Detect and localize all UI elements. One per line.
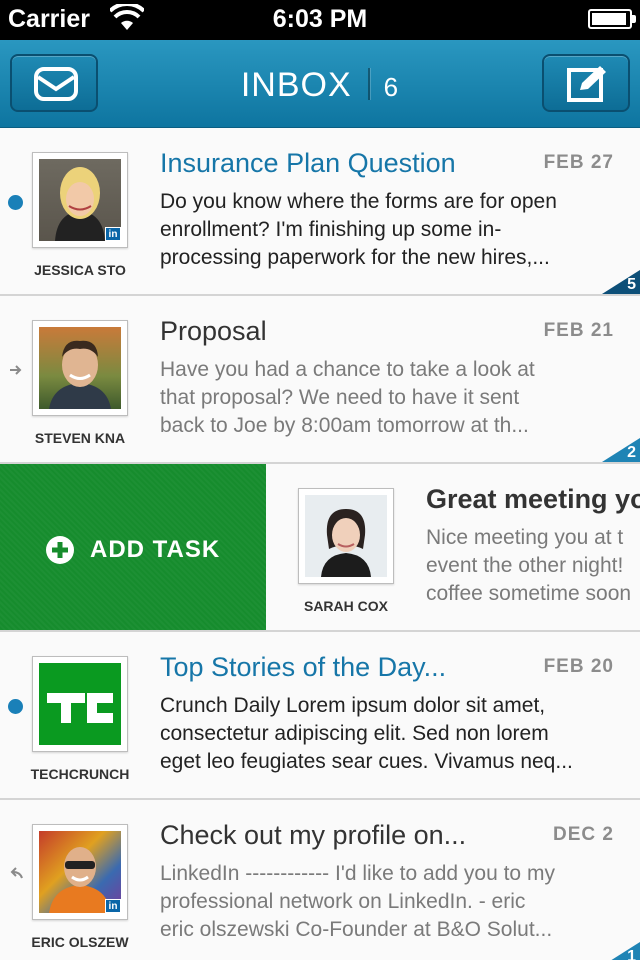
message-preview: Have you had a chance to take a look at … (160, 358, 535, 437)
inbox-title-label: INBOX (240, 66, 352, 104)
unread-indicator (8, 699, 23, 714)
avatar (32, 656, 128, 752)
message-subject: Great meeting yo (426, 484, 640, 514)
compose-button[interactable] (542, 54, 630, 112)
message-preview: Crunch Daily Lorem ipsum dolor sit amet,… (160, 694, 573, 773)
message-subject: Check out my profile on... (160, 820, 467, 850)
thread-count-badge: 5 (602, 270, 640, 294)
reply-icon (10, 867, 23, 879)
plus-circle-icon (46, 536, 74, 564)
message-subject: Proposal (160, 316, 267, 346)
avatar (32, 320, 128, 416)
unread-indicator (8, 195, 23, 210)
add-task-label: ADD TASK (90, 536, 221, 563)
message-date: FEB 20 (543, 656, 614, 677)
thread-count-badge: 1 (602, 942, 640, 960)
thread-count: 1 (627, 948, 636, 960)
sender-name: ERIC OLSZEW (31, 934, 129, 950)
message-row[interactable]: in ERIC OLSZEW Check out my profile on..… (0, 800, 640, 960)
message-date: DEC 2 (553, 824, 614, 845)
compose-icon (567, 66, 606, 102)
forward-icon (10, 365, 22, 375)
clock: 6:03 PM (272, 5, 368, 33)
message-row-swiped[interactable]: ADD TASK SARAH COX Great meeting yo Nice… (0, 464, 640, 632)
linkedin-icon: in (105, 899, 121, 913)
avatar (298, 488, 394, 584)
message-preview: LinkedIn ------------ I'd like to add yo… (160, 862, 555, 941)
message-subject: Top Stories of the Day... (160, 652, 447, 682)
message-preview: Nice meeting you at t event the other ni… (426, 526, 632, 605)
sender-name: JESSICA STO (34, 262, 126, 278)
status-bar: Carrier 6:03 PM (0, 0, 640, 40)
inbox-count: 6 (383, 72, 400, 102)
message-date: FEB 27 (543, 152, 614, 173)
add-task-button[interactable]: ADD TASK (0, 464, 266, 630)
sender-name: STEVEN KNA (34, 430, 126, 446)
avatar: in (32, 824, 128, 920)
message-date: FEB 21 (543, 320, 614, 341)
message-row[interactable]: in JESSICA STO Insurance Plan Question F… (0, 128, 640, 296)
thread-count-badge: 2 (602, 438, 640, 462)
sender-name: SARAH COX (303, 598, 388, 614)
sender-name: TECHCRUNCH (30, 766, 130, 782)
message-preview: Do you know where the forms are for open… (160, 190, 557, 269)
message-row[interactable]: STEVEN KNA Proposal FEB 21 Have you had … (0, 296, 640, 464)
avatar: in (32, 152, 128, 248)
thread-count: 2 (627, 444, 636, 461)
thread-count: 5 (627, 276, 636, 293)
message-row[interactable]: TECHCRUNCH Top Stories of the Day... FEB… (0, 632, 640, 800)
battery-icon (588, 9, 636, 29)
techcrunch-logo-icon (47, 693, 113, 723)
nav-bar: INBOX 6 (0, 40, 640, 128)
linkedin-icon: in (105, 227, 121, 241)
message-subject: Insurance Plan Question (160, 148, 456, 178)
